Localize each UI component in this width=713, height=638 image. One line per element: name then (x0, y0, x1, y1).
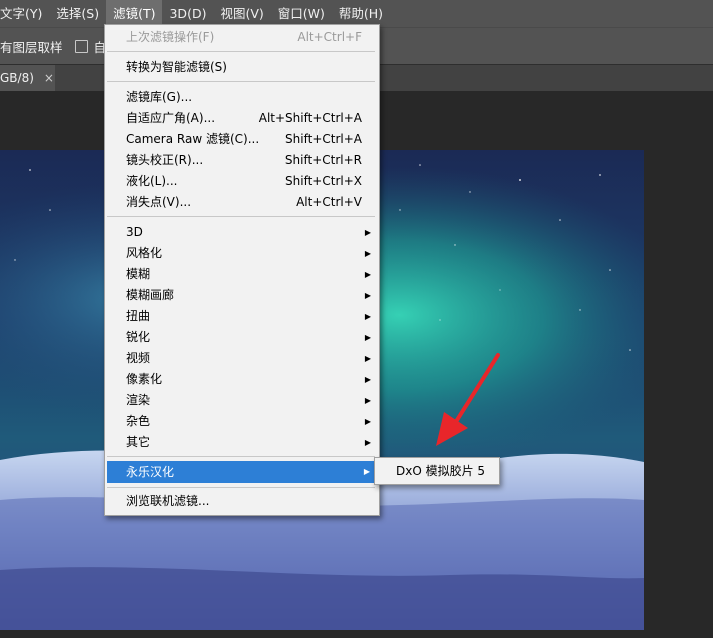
menu-item-blur-gallery[interactable]: 模糊画廊 ▶ (105, 285, 379, 306)
submenu-arrow-icon: ▶ (364, 312, 371, 321)
menu-item-label: 自适应广角(A)... (126, 111, 216, 125)
menu-item-label: 渲染 (126, 393, 151, 407)
menu-item-label: 其它 (126, 435, 151, 449)
menu-item-camera-raw[interactable]: Camera Raw 滤镜(C)... Shift+Ctrl+A (105, 129, 379, 150)
submenu-arrow-icon: ▶ (364, 354, 371, 363)
menu-item-blur[interactable]: 模糊 ▶ (105, 264, 379, 285)
menu-item-shortcut: Alt+Ctrl+V (296, 195, 362, 209)
menu-item-shortcut: Alt+Ctrl+F (297, 30, 362, 44)
menu-item-stylize[interactable]: 风格化 ▶ (105, 243, 379, 264)
menu-item-label: 镜头校正(R)... (126, 153, 204, 167)
submenu-item-dxo-filmpack[interactable]: DxO 模拟胶片 5 (396, 462, 485, 479)
submenu-arrow-icon: ▶ (364, 417, 371, 426)
menu-separator (107, 456, 375, 457)
menu-item-shortcut: Shift+Ctrl+A (285, 132, 362, 146)
menu-item-video[interactable]: 视频 ▶ (105, 348, 379, 369)
menu-separator (107, 487, 375, 488)
menu-help[interactable]: 帮助(H) (332, 0, 390, 27)
submenu-arrow-icon: ▶ (364, 291, 371, 300)
menu-item-adaptive-wide-angle[interactable]: 自适应广角(A)... Alt+Shift+Ctrl+A (105, 108, 379, 129)
submenu-arrow-icon: ▶ (364, 396, 371, 405)
menu-item-label: 3D (126, 225, 143, 239)
menu-select[interactable]: 选择(S) (49, 0, 106, 27)
menu-item-label: 永乐汉化 (126, 465, 175, 479)
menu-item-label: 像素化 (126, 372, 163, 386)
menu-item-label: 锐化 (126, 330, 151, 344)
menu-item-label: 上次滤镜操作(F) (126, 30, 215, 44)
menu-item-label: 液化(L)... (126, 174, 178, 188)
submenu-arrow-icon: ▶ (364, 270, 371, 279)
menu-item-filter-gallery[interactable]: 滤镜库(G)... (105, 87, 379, 108)
menu-separator (107, 81, 375, 82)
menu-item-label: 消失点(V)... (126, 195, 192, 209)
menu-item-noise[interactable]: 杂色 ▶ (105, 411, 379, 432)
submenu-arrow-icon: ▶ (364, 228, 371, 237)
menu-item-label: 模糊 (126, 267, 151, 281)
menu-text[interactable]: 文字(Y) (0, 0, 49, 27)
menu-item-shortcut: Shift+Ctrl+R (284, 153, 362, 167)
menu-item-browse-online-filters[interactable]: 浏览联机滤镜... (105, 491, 379, 512)
sample-layers-label: 有图层取样 (0, 40, 63, 55)
menu-item-label: 风格化 (126, 246, 163, 260)
menu-item-other[interactable]: 其它 ▶ (105, 432, 379, 453)
menu-item-3d[interactable]: 3D ▶ (105, 222, 379, 243)
menu-item-render[interactable]: 渲染 ▶ (105, 390, 379, 411)
close-icon[interactable]: × (44, 71, 54, 85)
menu-item-yongle-hanhua[interactable]: 永乐汉化 ▶ (107, 461, 376, 483)
submenu-arrow-icon: ▶ (364, 438, 371, 447)
menu-view[interactable]: 视图(V) (213, 0, 270, 27)
menu-item-convert-smart-filter[interactable]: 转换为智能滤镜(S) (105, 57, 379, 78)
submenu-arrow-icon: ▶ (364, 333, 371, 342)
menu-item-distort[interactable]: 扭曲 ▶ (105, 306, 379, 327)
menu-bar: 文字(Y) 选择(S) 滤镜(T) 3D(D) 视图(V) 窗口(W) 帮助(H… (0, 0, 713, 27)
menu-item-label: 模糊画廊 (126, 288, 175, 302)
menu-item-label: 视频 (126, 351, 151, 365)
auto-checkbox[interactable] (74, 40, 88, 53)
submenu-arrow-icon: ▶ (364, 249, 371, 258)
submenu-arrow-icon: ▶ (364, 375, 371, 384)
menu-item-label: 滤镜库(G)... (126, 90, 193, 104)
menu-filter[interactable]: 滤镜(T) (106, 0, 163, 27)
menu-item-liquify[interactable]: 液化(L)... Shift+Ctrl+X (105, 171, 379, 192)
menu-item-label: 杂色 (126, 414, 151, 428)
document-tab[interactable]: GB/8) × (0, 65, 55, 91)
menu-item-shortcut: Shift+Ctrl+X (285, 174, 362, 188)
menu-item-last-filter[interactable]: 上次滤镜操作(F) Alt+Ctrl+F (105, 27, 379, 48)
menu-separator (107, 51, 375, 52)
menu-separator (107, 216, 375, 217)
menu-item-vanishing-point[interactable]: 消失点(V)... Alt+Ctrl+V (105, 192, 379, 213)
menu-item-label: 扭曲 (126, 309, 151, 323)
yongle-submenu: DxO 模拟胶片 5 (374, 457, 500, 485)
menu-item-lens-correction[interactable]: 镜头校正(R)... Shift+Ctrl+R (105, 150, 379, 171)
document-tab-title: GB/8) (0, 71, 34, 85)
annotation-arrow-icon (436, 353, 500, 446)
menu-window[interactable]: 窗口(W) (271, 0, 332, 27)
menu-item-label: Camera Raw 滤镜(C)... (126, 132, 260, 146)
menu-item-label: 转换为智能滤镜(S) (126, 60, 227, 74)
menu-item-label: 浏览联机滤镜... (126, 494, 210, 508)
filter-menu: 上次滤镜操作(F) Alt+Ctrl+F 转换为智能滤镜(S) 滤镜库(G)..… (104, 24, 380, 516)
menu-item-sharpen[interactable]: 锐化 ▶ (105, 327, 379, 348)
submenu-arrow-icon: ▶ (363, 467, 370, 476)
menu-item-shortcut: Alt+Shift+Ctrl+A (258, 111, 362, 125)
menu-item-pixelate[interactable]: 像素化 ▶ (105, 369, 379, 390)
menu-3d[interactable]: 3D(D) (162, 0, 213, 27)
